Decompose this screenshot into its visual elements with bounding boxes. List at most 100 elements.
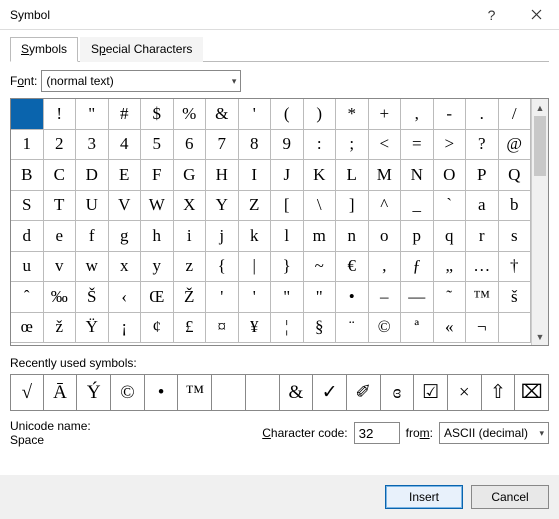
scroll-down-icon[interactable]: ▼: [532, 328, 548, 345]
symbol-cell[interactable]: U: [76, 191, 109, 222]
symbol-cell[interactable]: r: [466, 221, 499, 252]
symbol-cell[interactable]: o: [369, 221, 402, 252]
symbol-cell[interactable]: [11, 99, 44, 130]
symbol-cell[interactable]: p: [401, 221, 434, 252]
symbol-cell[interactable]: H: [206, 160, 239, 191]
symbol-cell[interactable]: ¥: [239, 313, 272, 344]
symbol-cell[interactable]: j: [206, 221, 239, 252]
symbol-cell[interactable]: w: [76, 252, 109, 283]
symbol-cell[interactable]: <: [369, 130, 402, 161]
symbol-cell[interactable]: %: [174, 99, 207, 130]
recent-symbol-cell[interactable]: [211, 374, 246, 411]
symbol-cell[interactable]: K: [304, 160, 337, 191]
symbol-cell[interactable]: N: [401, 160, 434, 191]
symbol-cell[interactable]: …: [466, 252, 499, 283]
symbol-cell[interactable]: Š: [76, 282, 109, 313]
symbol-cell[interactable]: C: [44, 160, 77, 191]
symbol-cell[interactable]: ": [304, 282, 337, 313]
symbol-cell[interactable]: O: [434, 160, 467, 191]
recent-symbol-cell[interactable]: ×: [447, 374, 482, 411]
symbol-cell[interactable]: +: [369, 99, 402, 130]
symbol-cell[interactable]: /: [499, 99, 532, 130]
symbol-cell[interactable]: ¨: [336, 313, 369, 344]
symbol-cell[interactable]: ~: [304, 252, 337, 283]
symbol-cell[interactable]: g: [109, 221, 142, 252]
symbol-cell[interactable]: v: [44, 252, 77, 283]
symbol-cell[interactable]: Œ: [141, 282, 174, 313]
symbol-cell[interactable]: •: [336, 282, 369, 313]
symbol-cell[interactable]: y: [141, 252, 174, 283]
symbol-cell[interactable]: {: [206, 252, 239, 283]
symbol-cell[interactable]: 2: [44, 130, 77, 161]
symbol-cell[interactable]: u: [11, 252, 44, 283]
recent-symbol-cell[interactable]: ☑: [413, 374, 448, 411]
symbol-cell[interactable]: E: [109, 160, 142, 191]
symbol-cell[interactable]: 3: [76, 130, 109, 161]
symbol-cell[interactable]: ¢: [141, 313, 174, 344]
symbol-cell[interactable]: ©: [369, 313, 402, 344]
recent-symbol-cell[interactable]: [245, 374, 280, 411]
close-button[interactable]: [514, 0, 559, 30]
symbol-cell[interactable]: .: [466, 99, 499, 130]
symbol-cell[interactable]: [: [271, 191, 304, 222]
symbol-cell[interactable]: i: [174, 221, 207, 252]
symbol-cell[interactable]: ˆ: [11, 282, 44, 313]
symbol-cell[interactable]: a: [466, 191, 499, 222]
symbol-cell[interactable]: £: [174, 313, 207, 344]
symbol-cell[interactable]: 5: [141, 130, 174, 161]
symbol-cell[interactable]: ,: [401, 99, 434, 130]
symbol-cell[interactable]: d: [11, 221, 44, 252]
symbol-cell[interactable]: ‚: [369, 252, 402, 283]
symbol-cell[interactable]: 4: [109, 130, 142, 161]
recent-symbol-cell[interactable]: ✓: [312, 374, 347, 411]
symbol-cell[interactable]: ž: [44, 313, 77, 344]
symbol-cell[interactable]: ª: [401, 313, 434, 344]
symbol-cell[interactable]: J: [271, 160, 304, 191]
tab-symbols[interactable]: Symbols: [10, 37, 78, 62]
symbol-cell[interactable]: ¡: [109, 313, 142, 344]
symbol-cell[interactable]: ': [239, 282, 272, 313]
symbol-cell[interactable]: W: [141, 191, 174, 222]
symbol-cell[interactable]: ;: [336, 130, 369, 161]
recent-symbol-cell[interactable]: •: [144, 374, 179, 411]
symbol-cell[interactable]: D: [76, 160, 109, 191]
symbol-cell[interactable]: b: [499, 191, 532, 222]
scrollbar[interactable]: ▲ ▼: [531, 99, 548, 345]
recent-symbol-cell[interactable]: √: [10, 374, 44, 411]
symbol-cell[interactable]: e: [44, 221, 77, 252]
symbol-cell[interactable]: @: [499, 130, 532, 161]
recent-symbol-cell[interactable]: ✐: [346, 374, 381, 411]
recent-symbol-cell[interactable]: ɞ: [380, 374, 415, 411]
symbol-cell[interactable]: €: [336, 252, 369, 283]
symbol-cell[interactable]: >: [434, 130, 467, 161]
symbol-cell[interactable]: n: [336, 221, 369, 252]
symbol-cell[interactable]: œ: [11, 313, 44, 344]
symbol-cell[interactable]: _: [401, 191, 434, 222]
recent-symbol-cell[interactable]: &: [279, 374, 314, 411]
symbol-cell[interactable]: ™: [466, 282, 499, 313]
recent-symbol-cell[interactable]: ™: [177, 374, 212, 411]
symbol-cell[interactable]: Y: [206, 191, 239, 222]
symbol-cell[interactable]: Ž: [174, 282, 207, 313]
symbol-cell[interactable]: q: [434, 221, 467, 252]
symbol-cell[interactable]: ?: [466, 130, 499, 161]
symbol-cell[interactable]: ^: [369, 191, 402, 222]
symbol-cell[interactable]: ˜: [434, 282, 467, 313]
recent-symbol-cell[interactable]: ©: [110, 374, 145, 411]
symbol-cell[interactable]: z: [174, 252, 207, 283]
symbol-cell[interactable]: ¦: [271, 313, 304, 344]
symbol-cell[interactable]: \: [304, 191, 337, 222]
symbol-cell[interactable]: –: [369, 282, 402, 313]
symbol-cell[interactable]: ¬: [466, 313, 499, 344]
recent-symbol-cell[interactable]: ⌧: [514, 374, 549, 411]
symbol-cell[interactable]: -: [434, 99, 467, 130]
symbol-cell[interactable]: ¤: [206, 313, 239, 344]
symbol-cell[interactable]: ]: [336, 191, 369, 222]
symbol-cell[interactable]: (: [271, 99, 304, 130]
symbol-cell[interactable]: 7: [206, 130, 239, 161]
symbol-cell[interactable]: 6: [174, 130, 207, 161]
font-select[interactable]: (normal text) ▾: [41, 70, 241, 92]
help-button[interactable]: ?: [469, 0, 514, 30]
symbol-cell[interactable]: —: [401, 282, 434, 313]
cancel-button[interactable]: Cancel: [471, 485, 549, 509]
